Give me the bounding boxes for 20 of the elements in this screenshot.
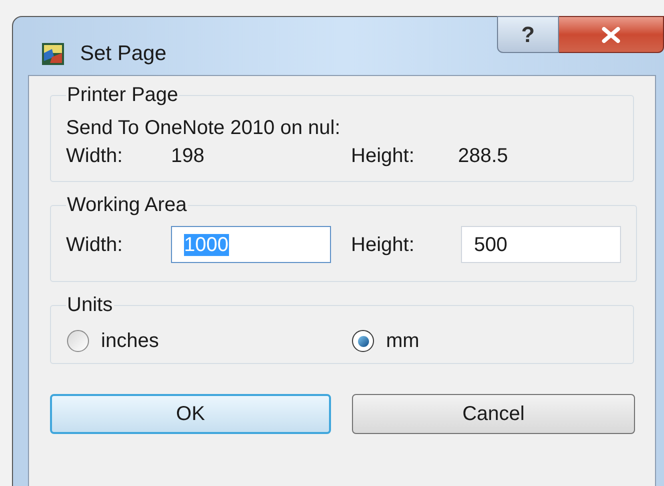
window-title: Set Page (80, 42, 166, 66)
printer-name: Send To OneNote 2010 on nul: (66, 116, 342, 141)
width-value: 198 (171, 144, 206, 169)
group-title: Working Area (66, 193, 188, 218)
dialog-button[interactable]: Cancel (352, 394, 635, 434)
height-label: Height: (351, 232, 416, 258)
height-value: 288.5 (458, 144, 510, 169)
unit-radio[interactable]: inches (66, 326, 159, 356)
close-icon (601, 26, 621, 42)
close-button[interactable] (559, 16, 664, 53)
height-label: Height: (351, 144, 416, 169)
group-title: Printer Page (66, 83, 180, 108)
group-title: Units (66, 293, 114, 318)
height-input[interactable]: 500 (461, 226, 621, 263)
help-button[interactable]: ? (497, 16, 559, 53)
dialog-button[interactable]: OK (50, 394, 331, 434)
app-icon (42, 43, 64, 65)
unit-radio[interactable]: mm (351, 326, 420, 356)
width-label: Width: (66, 144, 124, 169)
width-label: Width: (66, 232, 124, 258)
